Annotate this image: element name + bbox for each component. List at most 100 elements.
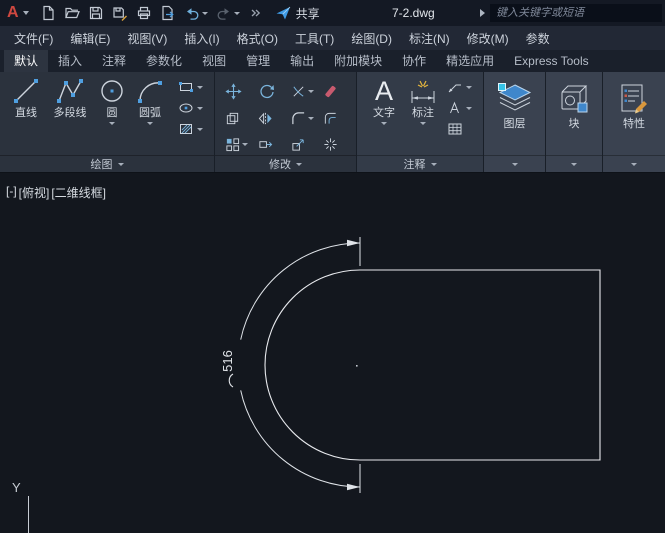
open-file-button[interactable] <box>61 3 83 23</box>
tool-erase-button[interactable] <box>323 80 348 102</box>
tool-copy-button[interactable] <box>225 108 250 128</box>
ribbon-tab-parametric[interactable]: 参数化 <box>136 50 192 72</box>
ribbon-tab-output[interactable]: 输出 <box>280 50 324 72</box>
ribbon-tab-home[interactable]: 默认 <box>4 50 48 72</box>
text-icon: A <box>375 77 393 105</box>
ribbon-tab-manage[interactable]: 管理 <box>236 50 280 72</box>
tool-table-button[interactable] <box>447 121 472 137</box>
tool-line-label: 直线 <box>15 107 37 119</box>
ribbon-tab-annotate[interactable]: 注释 <box>92 50 136 72</box>
ribbon-tab-express-tools[interactable]: Express Tools <box>504 50 598 72</box>
menu-modify[interactable]: 修改(M) <box>467 30 509 47</box>
tool-fillet-button[interactable] <box>291 108 316 128</box>
leader-icon <box>447 79 463 95</box>
ribbon-tab-featured-apps[interactable]: 精选应用 <box>436 50 504 72</box>
chevron-down-icon <box>466 107 472 110</box>
panel-layers-expander[interactable] <box>484 155 545 172</box>
redo-button[interactable] <box>213 3 243 23</box>
tool-layer-properties-button[interactable]: 图层 <box>497 77 533 130</box>
tool-trim-button[interactable] <box>291 80 316 102</box>
chevron-down-icon <box>571 163 577 166</box>
tool-rectangle-button[interactable] <box>178 79 203 95</box>
save-as-icon <box>112 5 128 21</box>
tool-rotate-button[interactable] <box>258 80 283 102</box>
save-as-button[interactable] <box>109 3 131 23</box>
tool-stretch-button[interactable] <box>258 135 283 155</box>
plot-button[interactable] <box>133 3 155 23</box>
viewport-view-control[interactable]: [俯视] <box>19 184 50 201</box>
tool-array-button[interactable] <box>225 135 250 155</box>
toolbar-more-button[interactable] <box>245 4 265 22</box>
search-expand-icon[interactable] <box>480 9 485 17</box>
tool-dimension-button[interactable]: 标注 <box>403 72 443 155</box>
tool-leader-button[interactable] <box>447 79 472 95</box>
tool-arc-button[interactable]: 圆弧 <box>130 72 170 155</box>
explode-icon <box>323 137 338 152</box>
tool-mirror-button[interactable] <box>258 108 283 128</box>
ribbon-tab-view[interactable]: 视图 <box>192 50 236 72</box>
publish-button[interactable] <box>157 3 179 23</box>
autocad-logo: A <box>7 5 19 21</box>
menu-parametric[interactable]: 参数 <box>526 30 550 47</box>
tool-scale-button[interactable] <box>291 135 316 155</box>
menu-draw[interactable]: 绘图(D) <box>351 30 392 47</box>
tool-properties-button[interactable]: 特性 <box>616 77 652 130</box>
tool-offset-button[interactable] <box>323 108 348 128</box>
dimension-arrow-bottom <box>347 484 360 490</box>
save-button[interactable] <box>85 3 107 23</box>
panel-draw-expander[interactable]: 绘图 <box>0 155 214 172</box>
titlebar: A <box>0 0 665 26</box>
tool-text-style-button[interactable] <box>447 100 472 116</box>
panel-properties-expander[interactable] <box>603 155 665 172</box>
panel-properties-tool-label: 特性 <box>623 118 645 130</box>
panel-modify-expander[interactable]: 修改 <box>215 155 356 172</box>
menu-insert[interactable]: 插入(I) <box>184 30 219 47</box>
viewport-visual-style-control[interactable]: [二维线框] <box>51 184 106 201</box>
chevron-down-icon <box>234 12 240 15</box>
app-menu-button[interactable]: A <box>0 0 37 26</box>
redo-icon <box>216 5 232 21</box>
tool-line-button[interactable]: 直线 <box>6 72 46 155</box>
tool-explode-button[interactable] <box>323 135 348 155</box>
tool-block-insert-button[interactable]: 块 <box>556 77 592 130</box>
quick-access-toolbar <box>37 3 265 23</box>
document-title: 7-2.dwg <box>392 6 435 20</box>
eraser-icon <box>323 84 338 99</box>
tool-text-button[interactable]: A 文字 <box>365 72 403 155</box>
chevron-down-icon <box>109 122 115 125</box>
menu-file[interactable]: 文件(F) <box>14 30 53 47</box>
ribbon-tab-collaborate[interactable]: 协作 <box>392 50 436 72</box>
search-input[interactable] <box>490 4 662 22</box>
share-button[interactable]: 共享 <box>275 5 320 22</box>
tool-polyline-button[interactable]: 多段线 <box>46 72 94 155</box>
menu-edit[interactable]: 编辑(E) <box>70 30 110 47</box>
arc-icon <box>136 77 164 105</box>
menu-format[interactable]: 格式(O) <box>237 30 278 47</box>
menu-dimension[interactable]: 标注(N) <box>409 30 450 47</box>
panel-annotation-label: 注释 <box>404 156 426 172</box>
trim-icon <box>291 84 306 99</box>
offset-icon <box>323 111 338 126</box>
undo-button[interactable] <box>181 3 211 23</box>
circle-icon <box>98 77 126 105</box>
viewport-minimize-control[interactable]: [-] <box>6 184 17 201</box>
tool-ellipse-button[interactable] <box>178 100 203 116</box>
tool-hatch-button[interactable] <box>178 121 203 137</box>
panel-annotation-expander[interactable]: 注释 <box>357 155 483 172</box>
chevron-down-icon <box>242 143 248 146</box>
menu-tools[interactable]: 工具(T) <box>295 30 334 47</box>
ribbon-tab-insert[interactable]: 插入 <box>48 50 92 72</box>
drawing-area[interactable]: [-] [俯视] [二维线框] 516 Y <box>0 173 665 533</box>
chevron-down-icon <box>197 86 203 89</box>
new-file-icon <box>40 5 56 21</box>
tool-move-button[interactable] <box>225 80 250 102</box>
panel-block-expander[interactable] <box>546 155 602 172</box>
layers-icon <box>497 82 533 116</box>
tool-circle-button[interactable]: 圆 <box>94 72 130 155</box>
new-file-button[interactable] <box>37 3 59 23</box>
chevron-down-icon <box>197 107 203 110</box>
ribbon-tab-addins[interactable]: 附加模块 <box>324 50 392 72</box>
dimension-icon <box>408 77 438 105</box>
chevron-down-icon <box>466 86 472 89</box>
menu-view[interactable]: 视图(V) <box>127 30 167 47</box>
